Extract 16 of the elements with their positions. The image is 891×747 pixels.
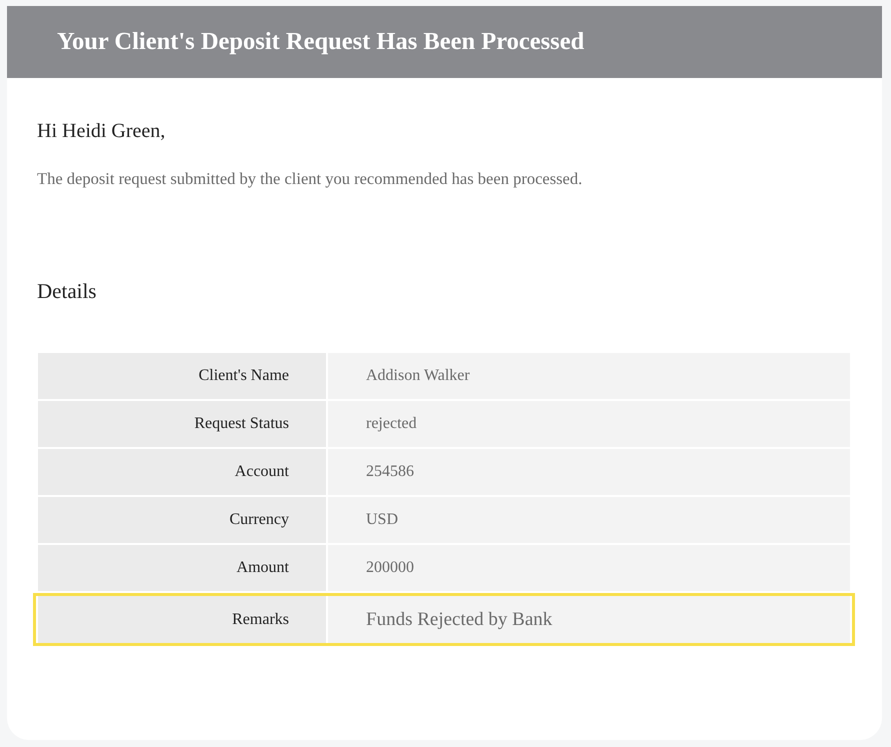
greeting: Hi Heidi Green, bbox=[37, 120, 166, 143]
field-label: Currency bbox=[38, 497, 326, 543]
message-text: The deposit request submitted by the client you recommended has been processed. bbox=[37, 169, 584, 189]
field-value: Addison Walker bbox=[328, 353, 850, 399]
field-value: USD bbox=[328, 497, 850, 543]
field-value: 254586 bbox=[328, 449, 850, 495]
field-label: Client's Name bbox=[38, 353, 326, 399]
email-title: Your Client's Deposit Request Has Been Processed bbox=[57, 28, 584, 56]
details-heading: Details bbox=[37, 279, 98, 304]
field-value: Funds Rejected by Bank bbox=[328, 596, 850, 643]
field-value: 200000 bbox=[328, 545, 850, 591]
field-label: Account bbox=[38, 449, 326, 495]
field-label: Request Status bbox=[38, 401, 326, 447]
field-label: Amount bbox=[38, 545, 326, 591]
field-label: Remarks bbox=[38, 596, 326, 643]
field-value: rejected bbox=[328, 401, 850, 447]
